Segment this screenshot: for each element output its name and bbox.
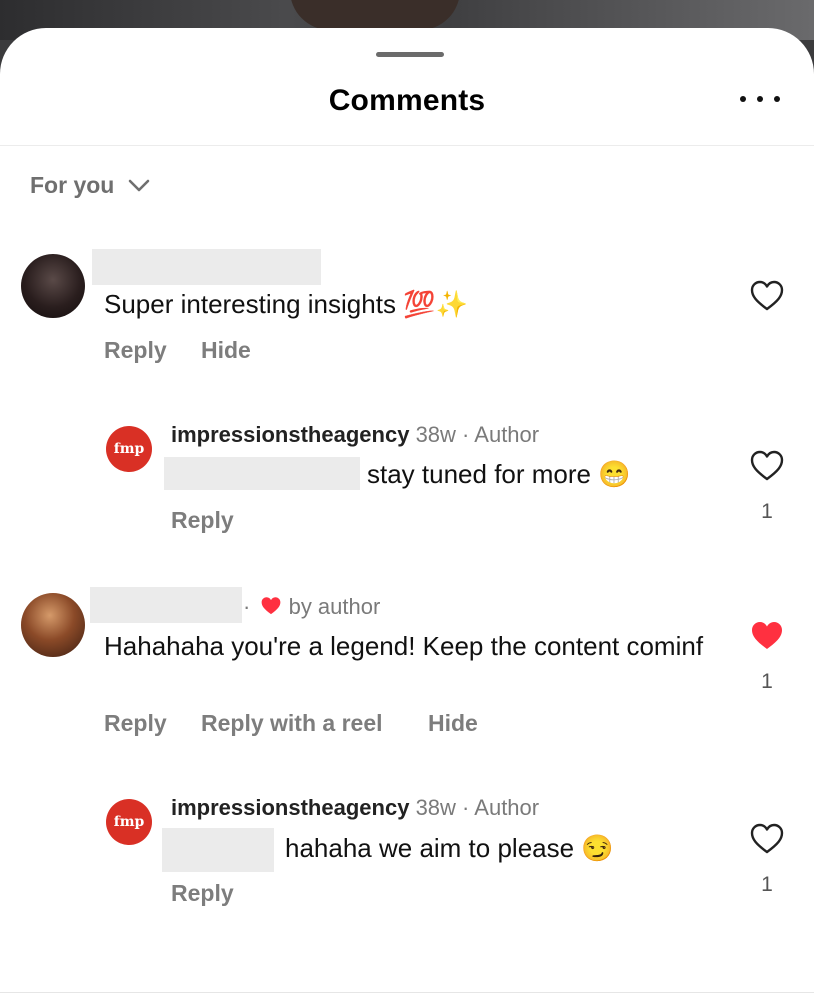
heart-outline-icon[interactable]: [750, 280, 784, 312]
comment-text: Hahahaha you're a legend! Keep the conte…: [104, 631, 704, 661]
page-title: Comments: [328, 84, 486, 117]
timestamp: 38w: [415, 422, 456, 447]
reply-button[interactable]: Reply: [104, 710, 167, 737]
like-count: 1: [761, 670, 773, 693]
username[interactable]: impressionstheagency: [171, 422, 409, 447]
comment-text: hahaha we aim to please 😏: [285, 833, 614, 863]
avatar[interactable]: fmp: [106, 799, 152, 845]
heart-filled-icon[interactable]: [750, 620, 784, 652]
footer-divider: [0, 992, 814, 993]
sort-filter-dropdown[interactable]: For you: [30, 172, 150, 199]
timestamp: 38w: [415, 795, 456, 820]
reply-button[interactable]: Reply: [171, 880, 234, 907]
comment-text: Super interesting insights 💯✨: [104, 289, 468, 319]
sort-filter-label: For you: [30, 172, 115, 198]
heart-filled-icon: [262, 597, 281, 615]
heart-outline-icon[interactable]: [750, 450, 784, 482]
chevron-down-icon: [129, 179, 150, 191]
meta-separator: ·: [243, 594, 251, 619]
reply-button[interactable]: Reply: [104, 337, 167, 364]
comments-sheet: Comments For you Super interesting insig…: [0, 28, 814, 1006]
redacted-username: [92, 249, 321, 285]
meta-separator: ·: [462, 795, 470, 820]
reply-with-reel-button[interactable]: Reply with a reel: [201, 710, 383, 737]
author-badge: Author: [474, 422, 540, 447]
reply-button[interactable]: Reply: [171, 507, 234, 534]
redacted-username: [90, 587, 242, 623]
comment-meta: impressionstheagency 38w · Author: [171, 795, 539, 821]
drag-handle[interactable]: [376, 52, 444, 57]
hide-button[interactable]: Hide: [428, 710, 478, 737]
by-author-label: by author: [288, 594, 381, 619]
like-count: 1: [761, 873, 773, 896]
author-badge: Author: [474, 795, 540, 820]
meta-separator: ·: [462, 422, 470, 447]
background-video-subject: [290, 0, 460, 30]
comment-text: stay tuned for more 😁: [367, 459, 631, 489]
redacted-mention: [164, 457, 360, 490]
comment-meta: impressionstheagency 38w · Author: [171, 422, 539, 448]
avatar[interactable]: [21, 254, 85, 318]
avatar[interactable]: fmp: [106, 426, 152, 472]
liked-by-author: · by author: [243, 594, 380, 620]
redacted-mention: [162, 828, 274, 872]
username[interactable]: impressionstheagency: [171, 795, 409, 820]
header-divider: [0, 145, 814, 146]
heart-outline-icon[interactable]: [750, 823, 784, 855]
like-count: 1: [761, 500, 773, 523]
hide-button[interactable]: Hide: [201, 337, 251, 364]
avatar[interactable]: [21, 593, 85, 657]
more-options-icon[interactable]: [740, 86, 780, 112]
